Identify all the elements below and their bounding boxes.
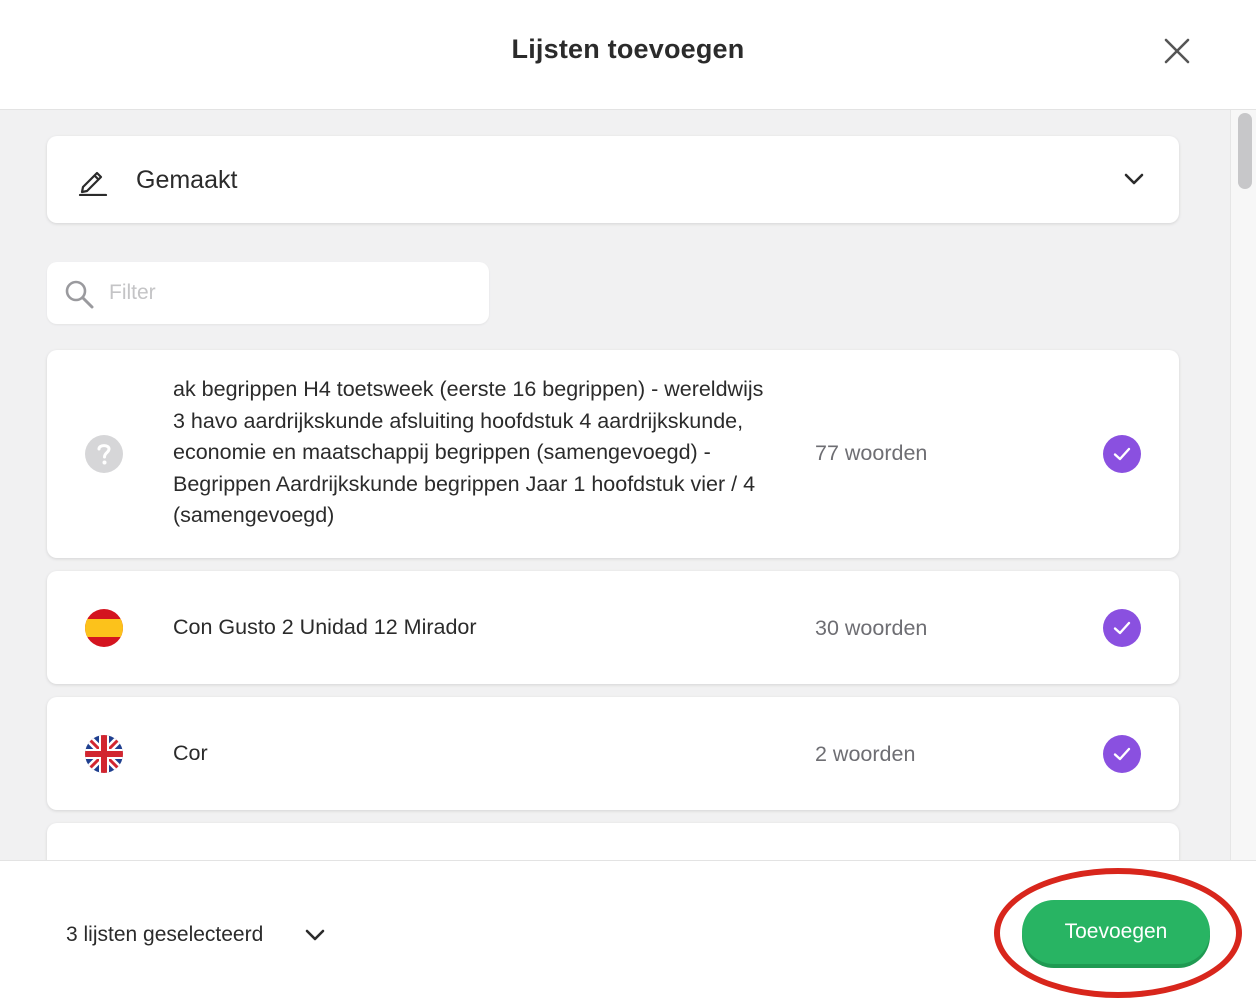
list-item[interactable]: ak begrippen H4 toetsweek (eerste 16 beg… xyxy=(47,350,1179,558)
checkmark-icon xyxy=(1113,621,1131,635)
checkmark-icon xyxy=(1113,447,1131,461)
modal-footer: 3 lijsten geselecteerd Toevoegen xyxy=(0,860,1256,1000)
add-button[interactable]: Toevoegen xyxy=(1022,900,1210,964)
filter-box xyxy=(47,262,489,324)
modal-title: Lijsten toevoegen xyxy=(511,34,745,64)
list-name: Cor xyxy=(173,741,208,765)
unknown-language-icon xyxy=(85,435,123,473)
selected-checkbox[interactable] xyxy=(1103,435,1141,473)
modal-header: Lijsten toevoegen xyxy=(0,0,1256,110)
list-item[interactable]: Cor 2 woorden xyxy=(47,697,1179,810)
scrollbar-thumb[interactable] xyxy=(1238,113,1252,189)
list-scroll-area[interactable]: Gemaakt ak begrippen H4 toetsweek (eerst… xyxy=(0,110,1256,860)
filter-input[interactable] xyxy=(109,274,469,312)
pencil-icon xyxy=(78,171,108,196)
word-count: 2 woorden xyxy=(815,742,916,766)
selected-checkbox[interactable] xyxy=(1103,609,1141,647)
search-icon xyxy=(65,280,94,309)
selected-count-label[interactable]: 3 lijsten geselecteerd xyxy=(66,923,263,947)
close-button[interactable] xyxy=(1158,32,1196,70)
list-name: Con Gusto 2 Unidad 12 Mirador xyxy=(173,615,477,639)
category-label: Gemaakt xyxy=(136,166,238,194)
close-icon xyxy=(1164,38,1190,64)
word-count: 77 woorden xyxy=(815,441,928,465)
list-name: ak begrippen H4 toetsweek (eerste 16 beg… xyxy=(173,377,764,527)
add-lists-modal: Lijsten toevoegen Gemaakt Filter ak begr… xyxy=(0,0,1256,1000)
selected-checkbox[interactable] xyxy=(1103,735,1141,773)
checkmark-icon xyxy=(1113,747,1131,761)
chevron-down-icon[interactable] xyxy=(304,924,326,946)
list-item[interactable]: Con Gusto 2 Unidad 12 Mirador 30 woorden xyxy=(47,571,1179,684)
uk-flag-icon xyxy=(85,735,123,773)
word-count: 30 woorden xyxy=(815,616,928,640)
scrollbar-track[interactable] xyxy=(1230,110,1256,860)
spain-flag-icon xyxy=(85,609,123,647)
category-dropdown[interactable]: Gemaakt xyxy=(47,136,1179,223)
chevron-down-icon xyxy=(1124,173,1144,185)
list-item[interactable] xyxy=(47,823,1179,860)
